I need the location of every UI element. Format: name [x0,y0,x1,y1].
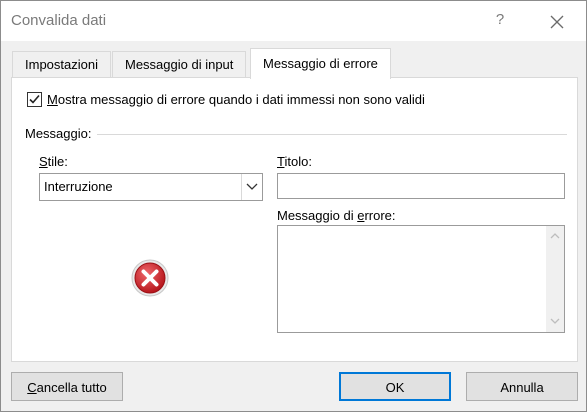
group-divider [97,134,567,135]
scroll-up-button[interactable] [546,228,564,244]
clear-all-button[interactable]: Cancella tutto [11,372,123,401]
data-validation-dialog: Convalida dati ? Impostazioni Messaggio … [0,0,587,412]
error-stop-icon [131,259,169,297]
tab-input-message[interactable]: Messaggio di input [112,51,247,78]
style-label: Stile: [39,154,68,169]
ok-button[interactable]: OK [339,372,451,401]
window-title: Convalida dati [11,12,107,29]
chevron-down-icon [246,183,258,190]
show-error-checkbox[interactable] [27,92,42,107]
vertical-scrollbar[interactable] [546,226,564,332]
tab-settings[interactable]: Impostazioni [12,51,111,78]
close-icon [550,15,564,29]
tab-error-alert[interactable]: Messaggio di errore [250,48,391,79]
message-group-label: Messaggio: [25,126,92,141]
scroll-down-button[interactable] [546,314,564,330]
error-message-textarea[interactable] [277,225,565,333]
cancel-button[interactable]: Annulla [466,372,578,401]
chevron-down-icon [550,318,560,324]
title-input[interactable] [277,173,565,199]
title-bar: Convalida dati ? [1,1,586,41]
help-button[interactable]: ? [488,11,512,33]
title-label: Titolo: [277,154,312,169]
tab-panel-error-alert: Mostra messaggio di errore quando i dati… [11,77,578,362]
style-select-value: Interruzione [44,179,113,194]
show-error-label[interactable]: Mostra messaggio di errore quando i dati… [47,92,425,107]
style-select[interactable]: Interruzione [39,173,263,201]
error-message-label: Messaggio di errore: [277,208,396,223]
checkmark-icon [29,94,40,104]
chevron-up-icon [550,233,560,239]
dropdown-button[interactable] [241,174,262,200]
close-button[interactable] [541,9,573,35]
